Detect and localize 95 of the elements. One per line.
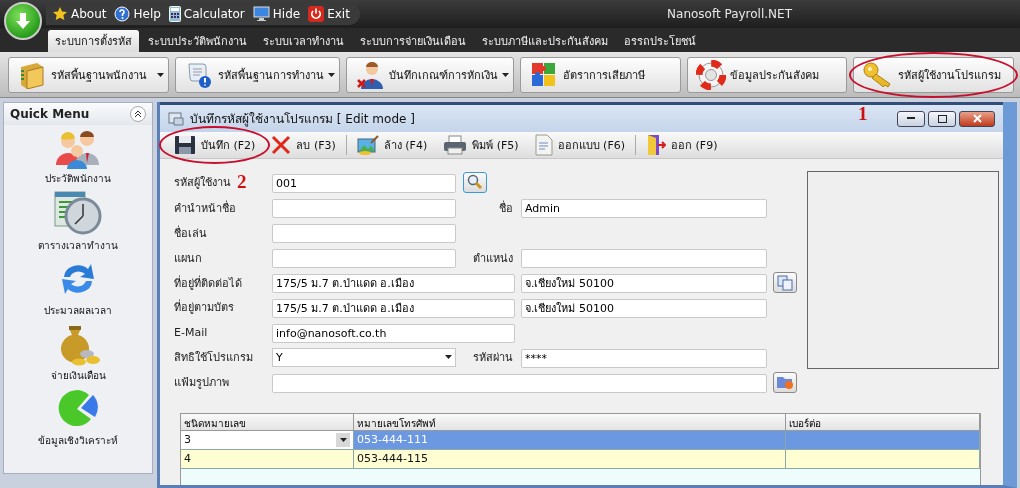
ribbon-button[interactable]: รหัสผู้ใช้งานโปรแกรม <box>853 56 1014 93</box>
dropdown-arrow-icon <box>445 355 452 359</box>
lifebuoy-icon <box>695 59 726 90</box>
text-field[interactable]: Admin <box>521 199 767 218</box>
calculator-icon <box>168 6 181 22</box>
field-label: รหัสผู้ใช้งาน <box>174 175 231 191</box>
ribbon-button[interactable]: รหัสพื้นฐานการทำงาน <box>174 56 340 93</box>
ribbon-button[interactable]: รหัสพื้นฐานพนักงาน <box>8 56 169 93</box>
toolbar-link[interactable]: Help <box>114 6 161 22</box>
menu-tab[interactable]: ระบบการจ่ายเงินเดือน <box>353 30 473 52</box>
document-icon <box>534 134 553 156</box>
app-title: Nanosoft Payroll.NET <box>667 7 792 21</box>
menu-tab[interactable]: ระบบการตั้งรหัส <box>48 30 139 52</box>
menu-tab[interactable]: ระบบเวลาทำงาน <box>256 30 351 52</box>
toolbar-link[interactable]: Calculator <box>168 6 245 22</box>
text-field[interactable]: 001 <box>272 173 456 193</box>
field-label: ที่อยู่ตามบัตร <box>174 298 234 317</box>
toolbar-link[interactable]: Exit <box>308 6 350 22</box>
icon-button[interactable] <box>773 371 797 393</box>
printer-icon <box>443 135 468 155</box>
down-arrow-icon <box>13 11 33 31</box>
toolbar-link[interactable]: About <box>52 6 107 22</box>
quick-menu-item[interactable]: ประวัติพนักงาน <box>4 125 152 186</box>
field-label: ที่อยู่ที่ติดต่อได้ <box>174 274 242 292</box>
toolbar-button[interactable]: พิมพ์ (F5) <box>437 133 525 157</box>
help-icon <box>114 6 131 22</box>
field-label: แผนก <box>174 250 202 267</box>
ribbon-button[interactable]: ข้อมูลประกันสังคม <box>686 56 848 93</box>
power-icon <box>308 6 325 22</box>
text-field[interactable] <box>521 249 767 268</box>
close-button[interactable] <box>959 110 995 127</box>
menu-tab[interactable]: ระบบภาษีและประกันสังคม <box>475 30 615 52</box>
monitor-icon <box>252 6 270 22</box>
minimize-button[interactable] <box>897 110 925 127</box>
annotation-number: 1 <box>858 103 868 125</box>
quick-menu-item[interactable]: ตารางเวลาทำงาน <box>4 186 152 253</box>
text-field[interactable] <box>272 373 767 393</box>
field-label: E-Mail <box>174 325 208 339</box>
restore-icon <box>937 114 947 123</box>
toolbar-button[interactable]: ล้าง (F4) <box>350 133 434 157</box>
folder-icon <box>776 374 794 390</box>
person-icon <box>354 59 385 90</box>
ribbon-button[interactable]: บันทึกเกณฑ์การหักเงิน <box>345 56 514 93</box>
text-field[interactable] <box>272 224 456 243</box>
ribbon-button[interactable]: อัตราการเสียภาษี <box>519 56 681 93</box>
field-label: รหัสผ่าน <box>473 350 514 366</box>
table-row[interactable]: 3 053-444-111 <box>181 430 980 450</box>
window-icon <box>168 111 184 126</box>
quick-menu-item[interactable]: จ่ายเงินเดือน <box>4 318 152 383</box>
icon-button[interactable] <box>773 272 797 293</box>
text-field[interactable]: จ.เชียงใหม่ 50100 <box>521 273 767 293</box>
quick-menu-item[interactable]: ข้อมูลเชิงวิเคราะห์ <box>4 383 152 448</box>
text-field[interactable]: info@nanosoft.co.th <box>272 323 515 343</box>
collapse-button[interactable] <box>130 106 146 122</box>
magnifier-icon <box>467 174 483 190</box>
field-label: ชื่อเล่น <box>174 224 207 242</box>
text-field[interactable] <box>272 199 456 218</box>
restore-button[interactable] <box>928 110 956 127</box>
star-icon <box>52 6 68 22</box>
toolbar-button[interactable]: ออก (F9) <box>640 133 724 157</box>
menu-tab[interactable]: อรรถประโยชน์ <box>617 30 703 52</box>
field-label: คำนำหน้าชื่อ <box>174 199 236 217</box>
dropdown-arrow-icon <box>339 437 347 442</box>
panel-title: Quick Menu <box>10 107 90 121</box>
column-header: เบอร์ต่อ <box>786 413 980 431</box>
copy-icon <box>777 274 793 291</box>
toolbar-button[interactable]: บันทึก (F2) <box>168 133 262 157</box>
window-title: บันทึกรหัสผู้ใช้งานโปรแกรม [ Edit mode ] <box>190 111 415 128</box>
clock-icon <box>53 190 103 236</box>
toolbar-button[interactable]: ออกแบบ (F6) <box>528 133 632 157</box>
annotation-number: 2 <box>237 171 247 193</box>
paint-picture-icon <box>356 135 379 155</box>
text-field[interactable] <box>272 249 456 268</box>
table-row[interactable]: 4 053-444-115 <box>181 449 980 469</box>
close-icon <box>271 135 292 155</box>
field-label: ชื่อ <box>499 199 514 217</box>
toolbar-link[interactable]: Hide <box>252 6 301 22</box>
column-header: หมายเลขโทรศัพท์ <box>354 413 786 431</box>
field-label: สิทธิใช้โปรแกรม <box>174 350 253 366</box>
field-label: แฟ้มรูปภาพ <box>174 375 229 391</box>
door-icon <box>646 134 667 156</box>
quick-menu-item[interactable]: ประมวลผลเวลา <box>4 253 152 318</box>
text-field[interactable]: 175/5 ม.7 ต.ป่าแดด อ.เมือง <box>272 273 515 293</box>
menu-tab[interactable]: ระบบประวัติพนักงาน <box>141 30 254 52</box>
toolbar-button[interactable]: ลบ (F3) <box>265 133 342 157</box>
column-header: ชนิดหมายเลข <box>181 413 354 431</box>
chevron-up-icon <box>134 110 142 118</box>
text-field[interactable]: จ.เชียงใหม่ 50100 <box>521 298 767 318</box>
dropdown-field[interactable]: Y <box>272 347 456 367</box>
icon-button[interactable] <box>463 171 487 193</box>
minimize-icon <box>907 117 915 120</box>
text-field[interactable]: 175/5 ม.7 ต.ป่าแดด อ.เมือง <box>272 298 515 318</box>
close-icon <box>972 114 982 123</box>
field-label: ตำแหน่ง <box>473 250 514 267</box>
text-field[interactable]: **** <box>521 348 767 368</box>
